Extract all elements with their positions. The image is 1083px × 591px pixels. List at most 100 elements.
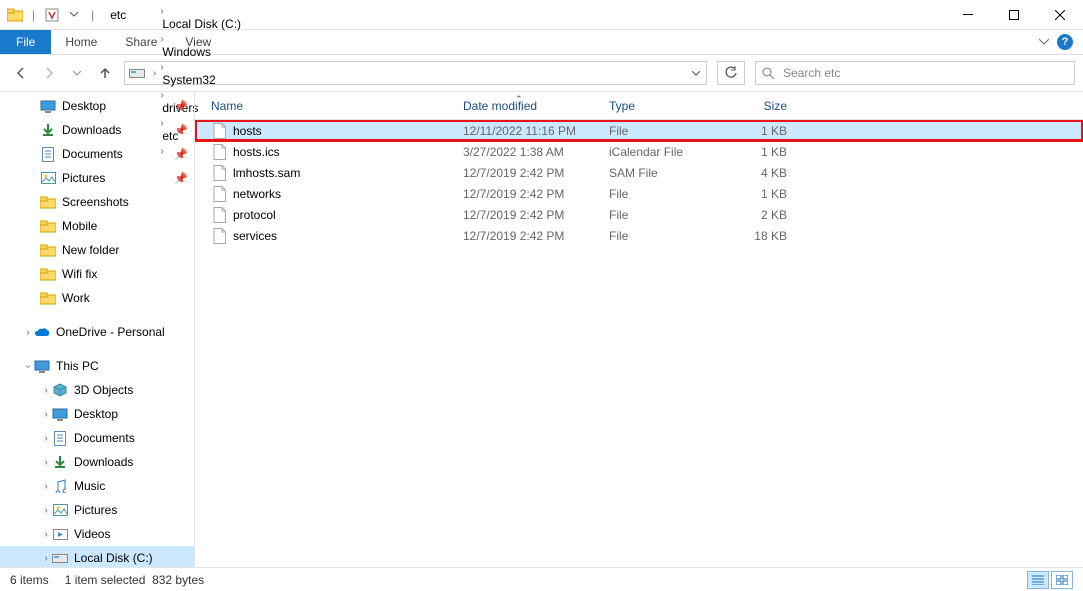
back-button[interactable] [8,60,34,86]
close-button[interactable] [1037,0,1083,30]
folder-icon [40,242,56,258]
file-row[interactable]: protocol12/7/2019 2:42 PMFile2 KB [195,204,1083,225]
sidebar-item[interactable]: Work [0,286,194,310]
minimize-button[interactable] [945,0,991,30]
details-view-button[interactable] [1027,571,1049,589]
address-bar: › This PC›Local Disk (C:)›Windows›System… [0,55,1083,91]
sidebar-item[interactable]: Downloads📌 [0,118,194,142]
file-row[interactable]: hosts12/11/2022 11:16 PMFile1 KB [195,120,1083,141]
sidebar-item[interactable]: ›Videos [0,522,194,546]
status-bar: 6 items 1 item selected 832 bytes [0,567,1083,591]
thumbnails-view-button[interactable] [1051,571,1073,589]
breadcrumb-segment[interactable]: Windows [158,45,245,59]
file-row[interactable]: networks12/7/2019 2:42 PMFile1 KB [195,183,1083,204]
expand-icon[interactable]: › [40,505,52,516]
sidebar-item-label: Work [62,291,188,305]
recent-dropdown-icon[interactable] [64,60,90,86]
expand-icon[interactable]: › [40,433,52,444]
file-rows: hosts12/11/2022 11:16 PMFile1 KBhosts.ic… [195,120,1083,567]
pictures-icon [40,170,56,186]
breadcrumb-segment[interactable]: System32 [158,73,245,87]
sidebar-item-label: Screenshots [62,195,188,209]
expand-icon[interactable]: › [40,529,52,540]
file-size: 1 KB [723,145,793,159]
sidebar-item[interactable]: › Downloads [0,450,194,474]
separator: | [91,8,94,22]
file-size: 2 KB [723,208,793,222]
up-button[interactable] [92,60,118,86]
sidebar-item[interactable]: Screenshots [0,190,194,214]
chevron-right-icon[interactable]: › [151,68,158,79]
expand-icon[interactable]: › [40,385,52,396]
collapse-icon[interactable]: › [23,360,34,372]
sidebar-item[interactable]: Pictures📌 [0,166,194,190]
chevron-right-icon[interactable]: › [158,34,165,45]
sidebar-item[interactable]: Mobile [0,214,194,238]
sidebar-item-label: Documents [62,147,170,161]
music-icon [52,478,68,494]
sidebar-item[interactable]: Documents📌 [0,142,194,166]
column-date[interactable]: Date modified [457,99,603,113]
sidebar-item[interactable]: ›Local Disk (C:) [0,546,194,567]
sidebar-item[interactable]: Desktop📌 [0,94,194,118]
file-icon [211,228,227,244]
file-name: lmhosts.sam [233,166,300,180]
sidebar-item-label: Pictures [74,503,188,517]
maximize-button[interactable] [991,0,1037,30]
documents-icon [40,146,56,162]
sidebar-item-label: Music [74,479,188,493]
desktop-icon [52,406,68,422]
search-field[interactable] [781,65,1068,81]
ribbon-expand-icon[interactable] [1039,39,1049,45]
sidebar-item[interactable]: New folder [0,238,194,262]
tab-home[interactable]: Home [51,30,111,54]
expand-icon[interactable]: › [22,327,34,338]
file-icon [211,186,227,202]
drive-icon [52,550,68,566]
sidebar-item-label: Downloads [74,455,188,469]
column-size[interactable]: Size [723,99,793,113]
search-input[interactable] [755,61,1075,85]
sidebar-item-label: OneDrive - Personal [56,325,188,339]
sidebar-item[interactable]: › Music [0,474,194,498]
sidebar-item-thispc[interactable]: › This PC [0,354,194,378]
sidebar-item[interactable]: › Pictures [0,498,194,522]
downloads-icon [40,122,56,138]
chevron-right-icon[interactable]: › [158,6,165,17]
expand-icon[interactable]: › [40,457,52,468]
tab-file[interactable]: File [0,30,51,54]
breadcrumb-segment[interactable]: Local Disk (C:) [158,17,245,31]
expand-icon[interactable]: › [40,409,52,420]
file-name: protocol [233,208,276,222]
file-row[interactable]: hosts.ics3/27/2022 1:38 AMiCalendar File… [195,141,1083,162]
address-history-icon[interactable] [686,62,706,84]
sidebar-item[interactable]: ›3D Objects [0,378,194,402]
sidebar-item[interactable]: Wifi fix [0,262,194,286]
file-row[interactable]: lmhosts.sam12/7/2019 2:42 PMSAM File4 KB [195,162,1083,183]
expand-icon[interactable]: › [40,481,52,492]
sidebar-item-onedrive[interactable]: › OneDrive - Personal [0,320,194,344]
chevron-right-icon[interactable]: › [158,62,165,73]
column-name[interactable]: Name [205,99,457,113]
file-row[interactable]: services12/7/2019 2:42 PMFile18 KB [195,225,1083,246]
breadcrumb-segment[interactable]: This PC [158,0,245,3]
file-name: services [233,229,277,243]
column-type[interactable]: Type [603,99,723,113]
breadcrumb[interactable]: › This PC›Local Disk (C:)›Windows›System… [124,61,707,85]
status-selection: 1 item selected 832 bytes [65,573,204,587]
properties-icon[interactable] [43,4,61,26]
sidebar-item[interactable]: ›Documents [0,426,194,450]
file-list: Name ⌃ Date modified Type Size hosts12/1… [195,92,1083,567]
sidebar-item[interactable]: ›Desktop [0,402,194,426]
expand-icon[interactable]: › [40,553,52,564]
refresh-button[interactable] [717,61,745,85]
3d-icon [52,382,68,398]
drive-icon [129,65,145,81]
main-content: Desktop📌Downloads📌Documents📌Pictures📌 Scr… [0,91,1083,567]
folder-icon [40,290,56,306]
forward-button[interactable] [36,60,62,86]
sort-indicator-icon: ⌃ [515,94,523,105]
help-icon[interactable]: ? [1057,34,1073,50]
status-item-count: 6 items [10,573,49,587]
qat-dropdown-icon[interactable] [65,4,83,26]
